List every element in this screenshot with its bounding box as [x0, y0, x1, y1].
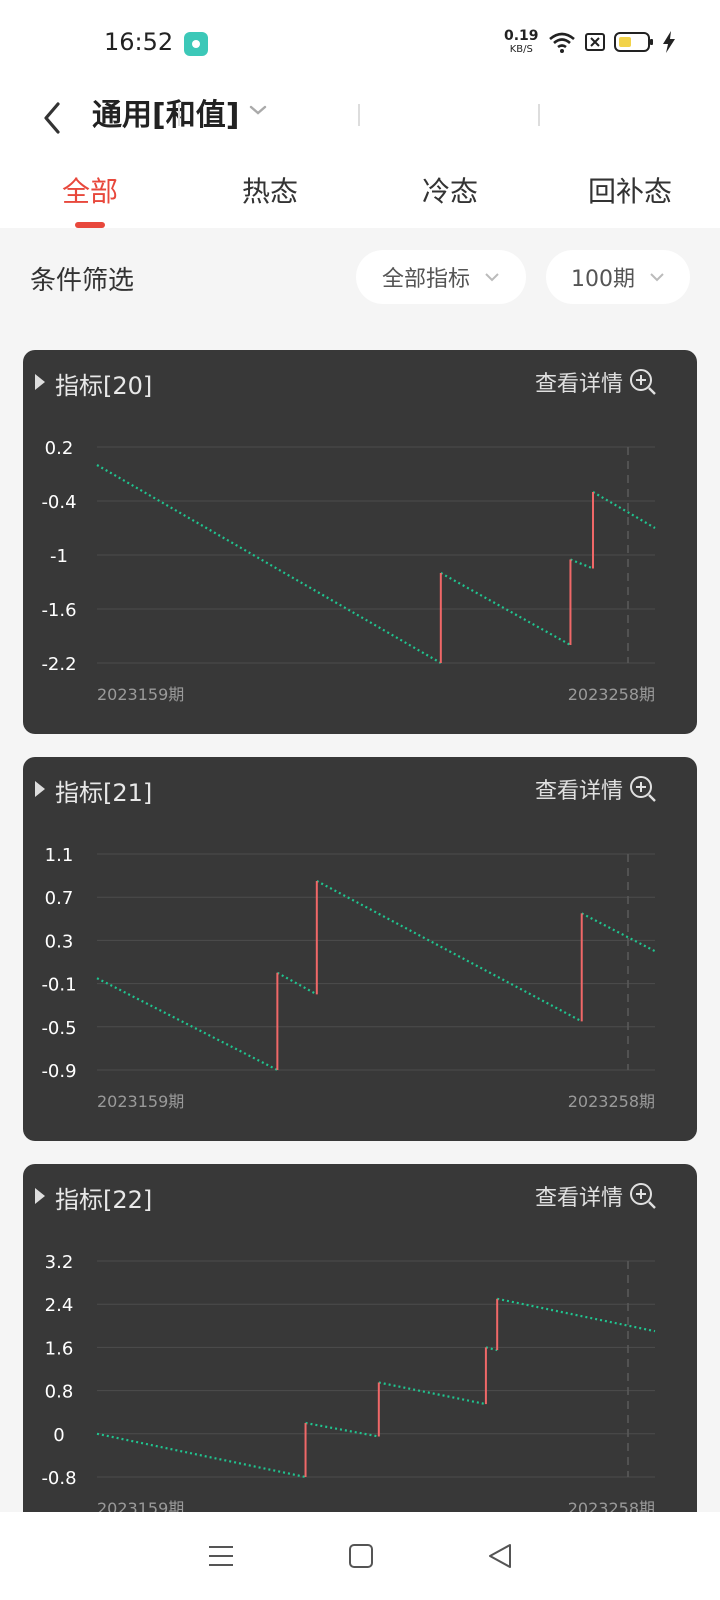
chevron-down-icon: [650, 273, 664, 282]
y-tick-label: 1.1: [45, 845, 74, 866]
y-tick-label: -2.2: [41, 654, 76, 675]
series-segment: [96, 464, 442, 664]
y-tick-label: 0.3: [45, 931, 74, 952]
x-start-label: 2023159期: [97, 1092, 184, 1111]
home-icon[interactable]: [347, 1542, 375, 1570]
chevron-down-icon: [485, 273, 499, 282]
series-segment: [496, 1297, 656, 1333]
card-title: 指标[20]: [55, 372, 153, 400]
y-tick-label: -0.9: [41, 1061, 76, 1082]
expand-triangle-icon: [35, 781, 45, 797]
tab-divider: [178, 104, 180, 126]
y-tick-label: -1: [50, 546, 68, 567]
y-tick-label: 0.8: [45, 1382, 74, 1403]
indicator-card: 3.2 2.4 1.6 0.8 0 -0.8 2023159期 2023258期 指标[22]…: [23, 1164, 697, 1548]
tab-rebound[interactable]: 回补态: [540, 166, 720, 228]
series-segment: [96, 977, 278, 1071]
y-tick-label: 0: [53, 1425, 64, 1446]
back-nav-icon[interactable]: [486, 1542, 514, 1570]
card-title: 指标[21]: [55, 779, 153, 807]
y-tick-label: -0.8: [41, 1468, 76, 1489]
y-tick-label: -0.1: [41, 975, 76, 996]
expand-triangle-icon: [35, 374, 45, 390]
series-segment: [592, 491, 656, 529]
period-select-value: 100期: [571, 267, 635, 292]
series-segment: [570, 558, 594, 570]
filter-row: 条件筛选 全部指标 100期: [0, 250, 720, 306]
card-title: 指标[22]: [55, 1186, 153, 1214]
expand-triangle-icon: [35, 1188, 45, 1204]
series-segment: [581, 912, 656, 953]
zoom-in-icon: [630, 776, 656, 802]
card-header[interactable]: 指标[22] 查看详情: [23, 1164, 697, 1230]
back-button[interactable]: [30, 96, 74, 140]
status-time: 16:52: [104, 28, 174, 56]
network-speed: 0.19 KB/S: [504, 28, 539, 56]
page-title[interactable]: 通用[和值]: [92, 94, 239, 138]
view-details-label: 查看详情: [535, 779, 624, 804]
y-tick-label: 1.6: [45, 1338, 74, 1359]
network-speed-unit: KB/S: [509, 44, 533, 55]
view-details-button[interactable]: 查看详情: [535, 1180, 657, 1212]
x-start-label: 2023159期: [97, 685, 184, 704]
network-speed-value: 0.19: [504, 28, 539, 44]
series-segment: [378, 1381, 487, 1406]
indicator-select[interactable]: 全部指标: [356, 250, 526, 304]
header: 通用[和值] 全部 热态 冷态 回补态: [0, 88, 720, 228]
series-segment: [316, 880, 583, 1023]
tab-divider: [538, 104, 540, 126]
view-details-label: 查看详情: [535, 372, 624, 397]
status-bar: 16:52 0.19 KB/S: [0, 0, 720, 88]
status-icons: [548, 30, 676, 54]
y-tick-label: -0.5: [41, 1018, 76, 1039]
tab-divider: [358, 104, 360, 126]
chevron-down-icon[interactable]: [248, 102, 268, 118]
period-select[interactable]: 100期: [546, 250, 690, 304]
charging-icon: [663, 31, 675, 53]
y-tick-label: 3.2: [45, 1252, 74, 1273]
series-segment: [96, 1432, 306, 1479]
tab-hot[interactable]: 热态: [180, 166, 360, 228]
menu-icon[interactable]: [206, 1543, 236, 1569]
x-end-label: 2023258期: [568, 685, 655, 704]
indicator-card: 1.1 0.7 0.3 -0.1 -0.5 -0.9 2023159期 2023258期 指标…: [23, 757, 697, 1141]
zoom-in-icon: [630, 1183, 656, 1209]
card-header[interactable]: 指标[20] 查看详情: [23, 350, 697, 416]
series-segment: [305, 1421, 380, 1438]
view-details-button[interactable]: 查看详情: [535, 366, 657, 398]
indicator-select-value: 全部指标: [381, 267, 470, 292]
y-tick-label: 0.7: [45, 888, 74, 909]
y-tick-label: -1.6: [41, 600, 76, 621]
y-tick-label: -0.4: [41, 492, 76, 513]
y-tick-label: 0.2: [45, 438, 74, 459]
no-sim-icon: [585, 33, 605, 51]
card-header[interactable]: 指标[21] 查看详情: [23, 757, 697, 823]
chevron-left-icon: [44, 102, 60, 134]
battery-icon: [614, 32, 653, 52]
view-details-button[interactable]: 查看详情: [535, 773, 657, 805]
wifi-icon: [549, 32, 575, 53]
tab-bar: 全部 热态 冷态 回补态: [0, 166, 720, 228]
view-details-label: 查看详情: [535, 1186, 624, 1211]
indicator-card: 0.2 -0.4 -1 -1.6 -2.2 2023159期 2023258期 指标[20]…: [23, 350, 697, 734]
filter-label: 条件筛选: [30, 266, 135, 296]
tab-all[interactable]: 全部: [0, 166, 180, 228]
system-nav-bar: [0, 1512, 720, 1600]
tab-cold[interactable]: 冷态: [360, 166, 540, 228]
app-notification-icon: [184, 32, 208, 56]
zoom-in-icon: [630, 369, 656, 395]
x-end-label: 2023258期: [568, 1092, 655, 1111]
y-tick-label: 2.4: [45, 1295, 74, 1316]
